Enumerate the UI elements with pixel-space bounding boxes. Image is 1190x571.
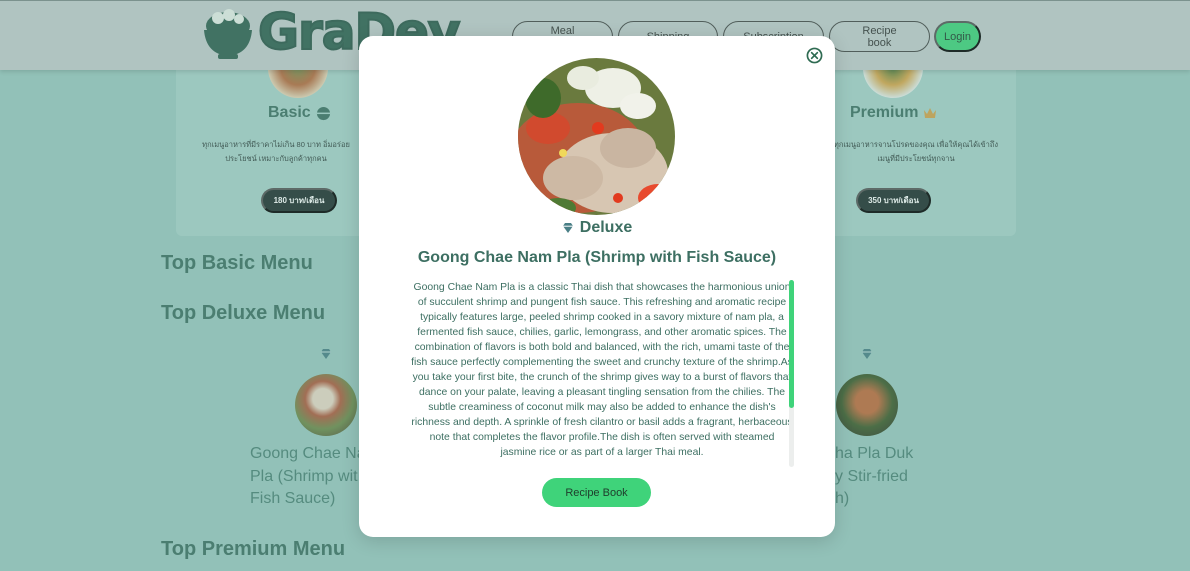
close-icon[interactable] (806, 47, 823, 64)
dish-image (518, 58, 675, 215)
diamond-icon (562, 223, 573, 233)
dish-description: Goong Chae Nam Pla is a classic Thai dis… (411, 282, 793, 458)
recipe-book-button[interactable]: Recipe Book (542, 478, 651, 507)
dish-description-scroll[interactable]: Goong Chae Nam Pla is a classic Thai dis… (409, 280, 795, 467)
tier-label: Deluxe (579, 219, 633, 236)
dish-detail-modal: Deluxe Goong Chae Nam Pla (Shrimp with F… (359, 36, 835, 537)
scrollbar-thumb[interactable] (789, 280, 794, 408)
tier-badge: Deluxe (359, 219, 835, 237)
dish-title: Goong Chae Nam Pla (Shrimp with Fish Sau… (417, 249, 777, 266)
dish-image-graphic (518, 58, 675, 215)
